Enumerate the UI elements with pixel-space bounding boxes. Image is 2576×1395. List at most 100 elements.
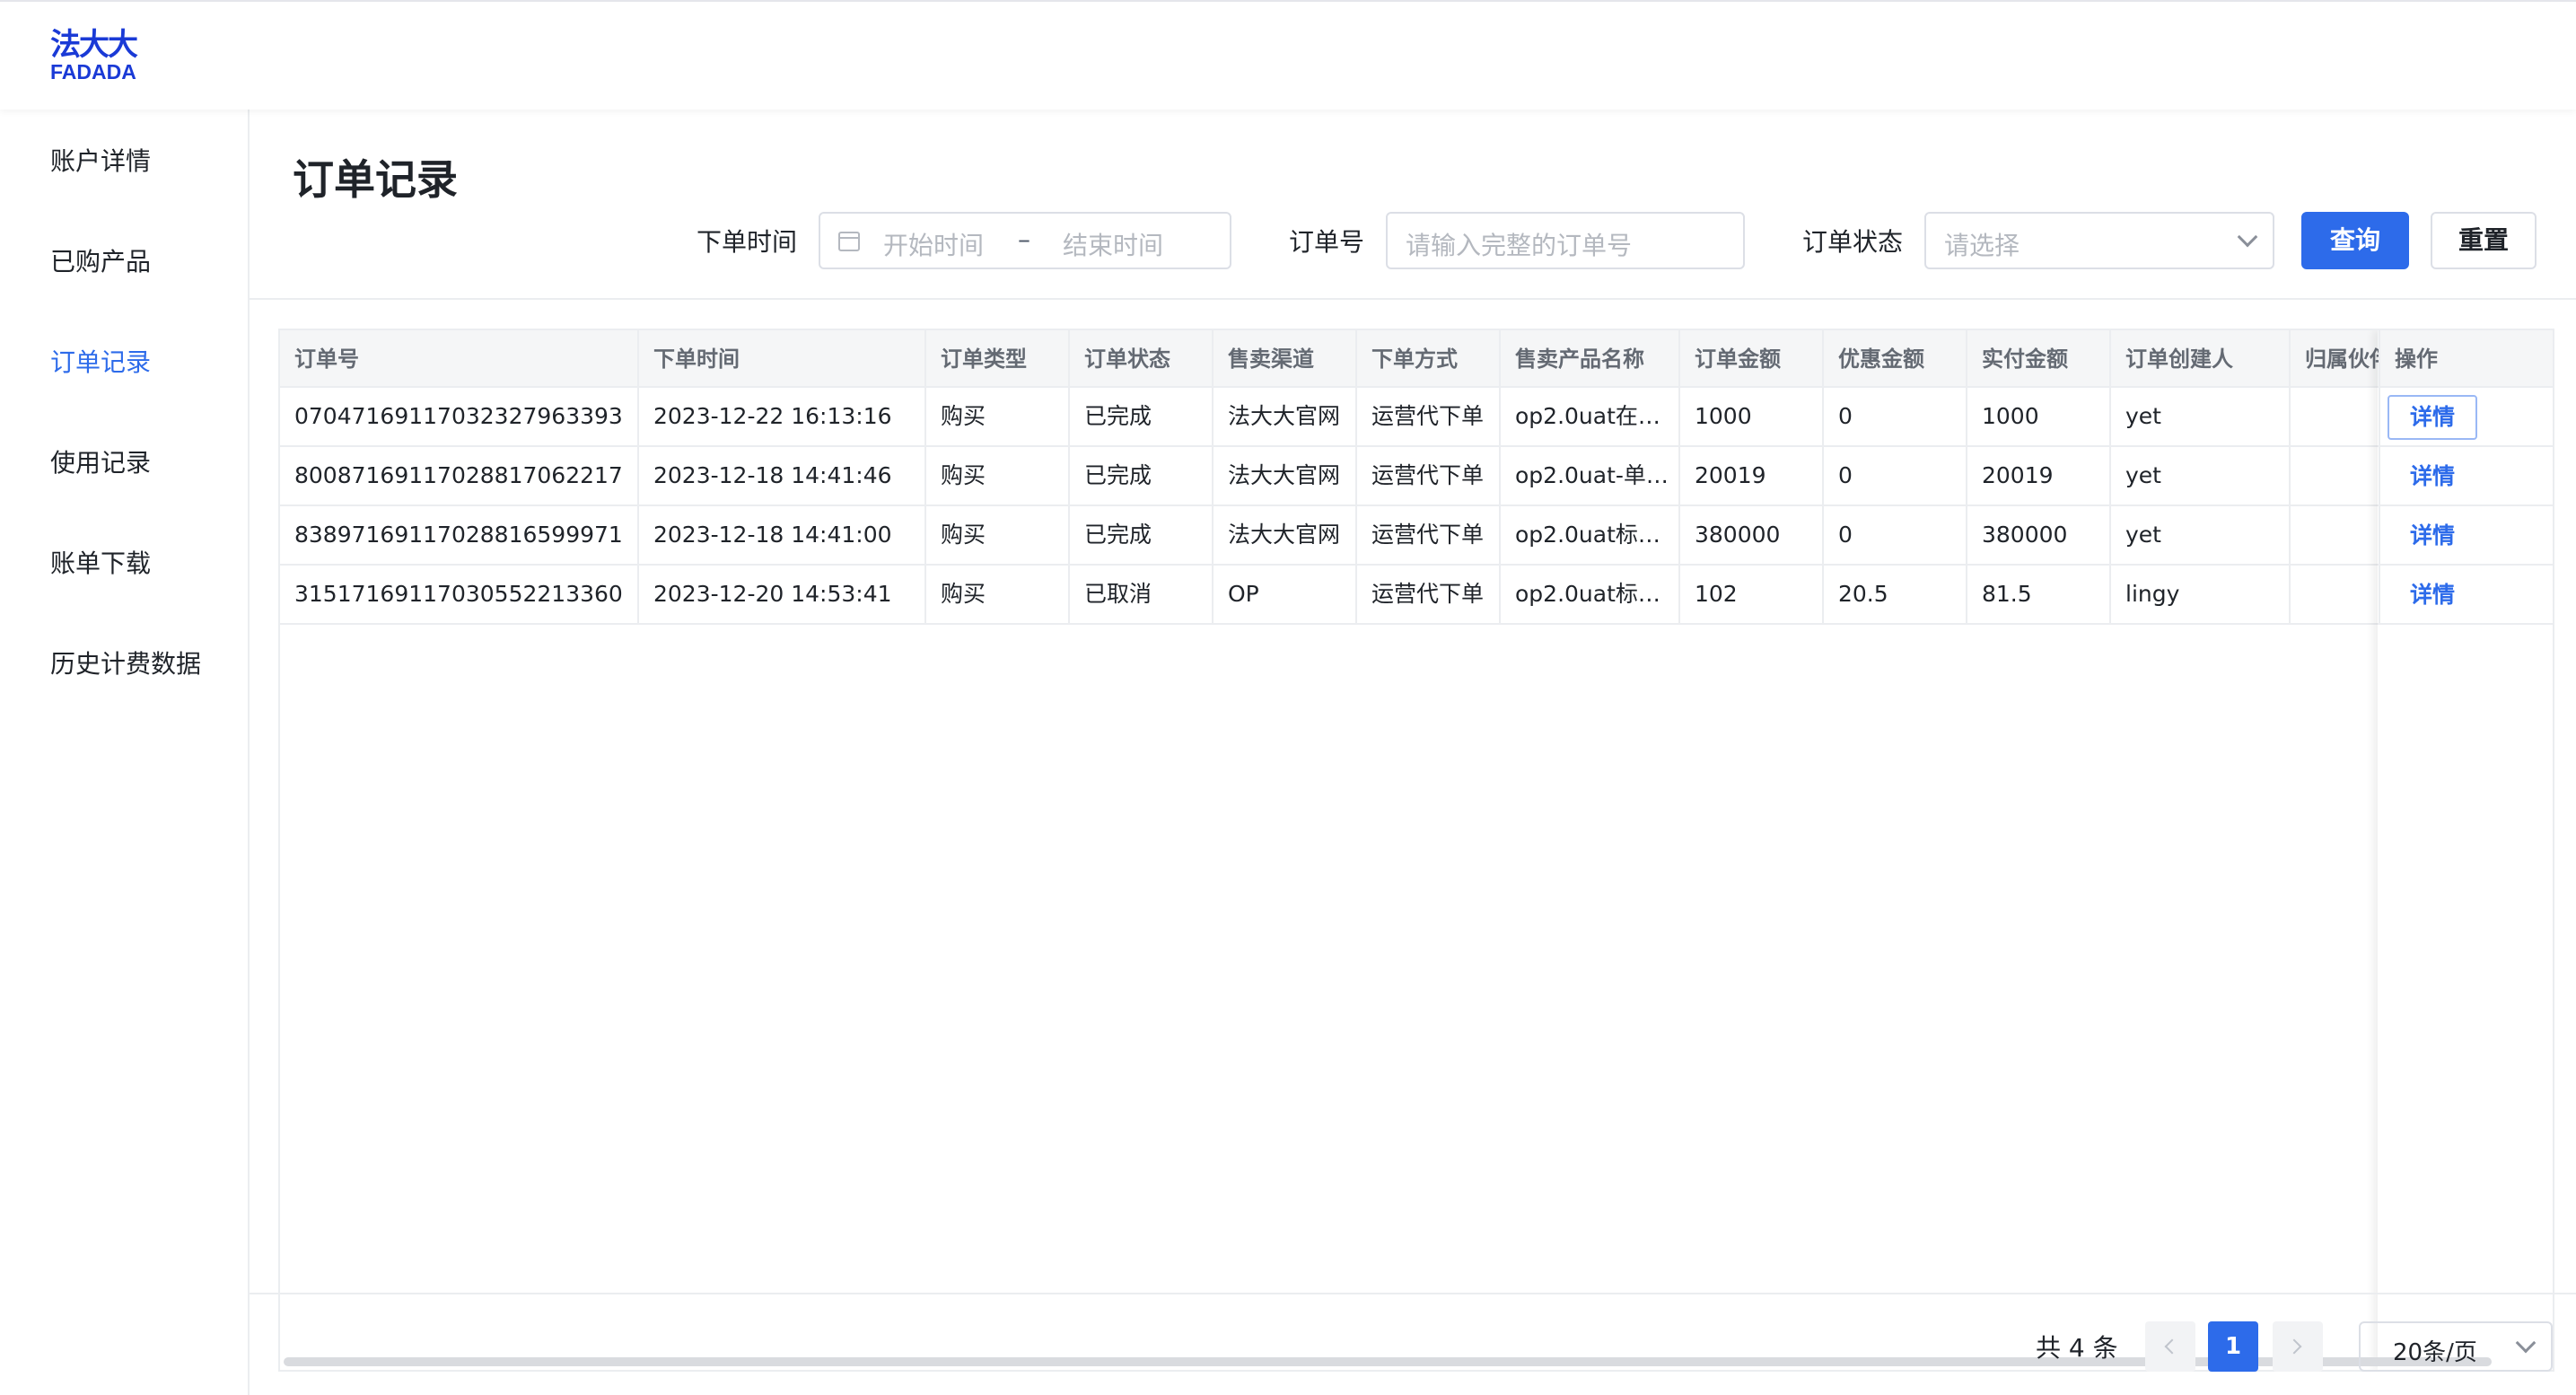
- cell-creator: yet: [2111, 388, 2291, 445]
- logo-en: FADADA: [50, 60, 136, 83]
- cell-order-time: 2023-12-18 14:41:46: [639, 447, 926, 504]
- calendar-icon: [838, 232, 860, 251]
- chevron-left-icon: [2164, 1338, 2180, 1355]
- cell-paid-amount: 81.5: [1967, 566, 2111, 623]
- top-bar: 法大大 FADADA: [0, 0, 2576, 110]
- cell-product-name: op2.0uat在…: [1501, 388, 1680, 445]
- cell-order-status: 已完成: [1070, 506, 1214, 564]
- logo-cn: 法大大: [50, 27, 138, 63]
- fadada-logo[interactable]: 法大大 FADADA: [50, 29, 156, 84]
- cell-channel: OP: [1214, 566, 1357, 623]
- total-count: 共 4 条: [2036, 1333, 2118, 1363]
- cell-paid-amount: 1000: [1967, 388, 2111, 445]
- cell-creator: lingy: [2111, 566, 2291, 623]
- cell-order-status: 已完成: [1070, 447, 1214, 504]
- cell-paid-amount: 380000: [1967, 506, 2111, 564]
- sidebar-item-account-details[interactable]: 账户详情: [50, 142, 151, 178]
- sidebar-item-historical-billing[interactable]: 历史计费数据: [50, 645, 201, 680]
- cell-order-no: 83897169117028816599971: [280, 506, 639, 564]
- cell-order-type: 购买: [926, 388, 1070, 445]
- cell-channel: 法大大官网: [1214, 388, 1357, 445]
- order-time-label: 下单时间: [697, 227, 798, 257]
- page-size-select[interactable]: 20条/页: [2359, 1321, 2553, 1372]
- cell-discount-amount: 0: [1824, 447, 1967, 504]
- table-row: 07047169117032327963393 2023-12-22 16:13…: [280, 388, 2553, 447]
- page-title: 订单记录: [293, 155, 458, 204]
- footer-divider: [250, 1293, 2576, 1294]
- cell-order-time: 2023-12-22 16:13:16: [639, 388, 926, 445]
- cell-creator: yet: [2111, 506, 2291, 564]
- order-no-input[interactable]: 请输入完整的订单号: [1386, 212, 1745, 269]
- cell-order-method: 运营代下单: [1357, 388, 1501, 445]
- cell-partner: [2291, 506, 2380, 564]
- cell-channel: 法大大官网: [1214, 447, 1357, 504]
- cell-discount-amount: 0: [1824, 506, 1967, 564]
- cell-order-type: 购买: [926, 447, 1070, 504]
- cell-channel: 法大大官网: [1214, 506, 1357, 564]
- sidebar-item-order-records[interactable]: 订单记录: [50, 343, 151, 379]
- next-page-button[interactable]: [2273, 1321, 2323, 1372]
- table-header: 订单号 下单时间 订单类型 订单状态 售卖渠道 下单方式 售卖产品名称 订单金额…: [280, 330, 2553, 388]
- date-range-picker[interactable]: 开始时间 – 结束时间: [819, 212, 1231, 269]
- fixed-action-column-shadow: [2378, 330, 2553, 1370]
- column-header-order-no: 订单号: [280, 330, 639, 388]
- chevron-down-icon: [2515, 1332, 2537, 1354]
- sidebar-item-bill-download[interactable]: 账单下载: [50, 544, 151, 580]
- orders-table: 订单号 下单时间 订单类型 订单状态 售卖渠道 下单方式 售卖产品名称 订单金额…: [278, 329, 2554, 1372]
- prev-page-button[interactable]: [2145, 1321, 2195, 1372]
- cell-product-name: op2.0uat标…: [1501, 506, 1680, 564]
- cell-partner: [2291, 447, 2380, 504]
- order-status-select[interactable]: 请选择: [1924, 212, 2274, 269]
- column-header-order-amount: 订单金额: [1680, 330, 1824, 388]
- cell-order-no: 80087169117028817062217: [280, 447, 639, 504]
- chevron-right-icon: [2286, 1338, 2302, 1355]
- cell-order-amount: 102: [1680, 566, 1824, 623]
- cell-order-method: 运营代下单: [1357, 566, 1501, 623]
- order-no-placeholder: 请输入完整的订单号: [1406, 231, 1633, 260]
- cell-order-time: 2023-12-18 14:41:00: [639, 506, 926, 564]
- query-button[interactable]: 查询: [2301, 212, 2409, 269]
- column-header-creator: 订单创建人: [2111, 330, 2291, 388]
- table-row: 31517169117030552213360 2023-12-20 14:53…: [280, 566, 2553, 625]
- chevron-down-icon: [2237, 226, 2258, 248]
- cell-discount-amount: 20.5: [1824, 566, 1967, 623]
- cell-order-method: 运营代下单: [1357, 447, 1501, 504]
- table-row: 80087169117028817062217 2023-12-18 14:41…: [280, 447, 2553, 506]
- range-separator: –: [1018, 224, 1030, 254]
- cell-partner: [2291, 388, 2380, 445]
- sidebar-item-usage-records[interactable]: 使用记录: [50, 443, 151, 479]
- column-header-order-method: 下单方式: [1357, 330, 1501, 388]
- column-header-product-name: 售卖产品名称: [1501, 330, 1680, 388]
- cell-order-method: 运营代下单: [1357, 506, 1501, 564]
- end-time-placeholder[interactable]: 结束时间: [1063, 226, 1163, 262]
- reset-button[interactable]: 重置: [2431, 212, 2537, 269]
- cell-order-no: 31517169117030552213360: [280, 566, 639, 623]
- column-header-partner: 归属伙伴: [2291, 330, 2380, 388]
- sidebar-item-purchased-products[interactable]: 已购产品: [50, 242, 151, 278]
- cell-order-amount: 380000: [1680, 506, 1824, 564]
- cell-order-amount: 1000: [1680, 388, 1824, 445]
- order-status-placeholder: 请选择: [1944, 231, 2020, 260]
- order-no-label: 订单号: [1289, 227, 1365, 257]
- table-row: 83897169117028816599971 2023-12-18 14:41…: [280, 506, 2553, 566]
- column-header-paid-amount: 实付金额: [1967, 330, 2111, 388]
- cell-order-no: 07047169117032327963393: [280, 388, 639, 445]
- cell-order-time: 2023-12-20 14:53:41: [639, 566, 926, 623]
- column-header-order-type: 订单类型: [926, 330, 1070, 388]
- main-content: 订单记录 下单时间 开始时间 – 结束时间 订单号 请输入完整的订单号 订单状态…: [250, 110, 2576, 1395]
- column-header-discount-amount: 优惠金额: [1824, 330, 1967, 388]
- page-size-value: 20条/页: [2393, 1339, 2477, 1366]
- cell-creator: yet: [2111, 447, 2291, 504]
- order-status-label: 订单状态: [1802, 227, 1904, 257]
- cell-order-type: 购买: [926, 506, 1070, 564]
- column-header-order-status: 订单状态: [1070, 330, 1214, 388]
- column-header-channel: 售卖渠道: [1214, 330, 1357, 388]
- page-1-button[interactable]: 1: [2208, 1321, 2258, 1372]
- start-time-placeholder[interactable]: 开始时间: [883, 226, 984, 262]
- cell-discount-amount: 0: [1824, 388, 1967, 445]
- cell-order-status: 已取消: [1070, 566, 1214, 623]
- column-header-order-time: 下单时间: [639, 330, 926, 388]
- cell-product-name: op2.0uat标…: [1501, 566, 1680, 623]
- cell-order-status: 已完成: [1070, 388, 1214, 445]
- cell-paid-amount: 20019: [1967, 447, 2111, 504]
